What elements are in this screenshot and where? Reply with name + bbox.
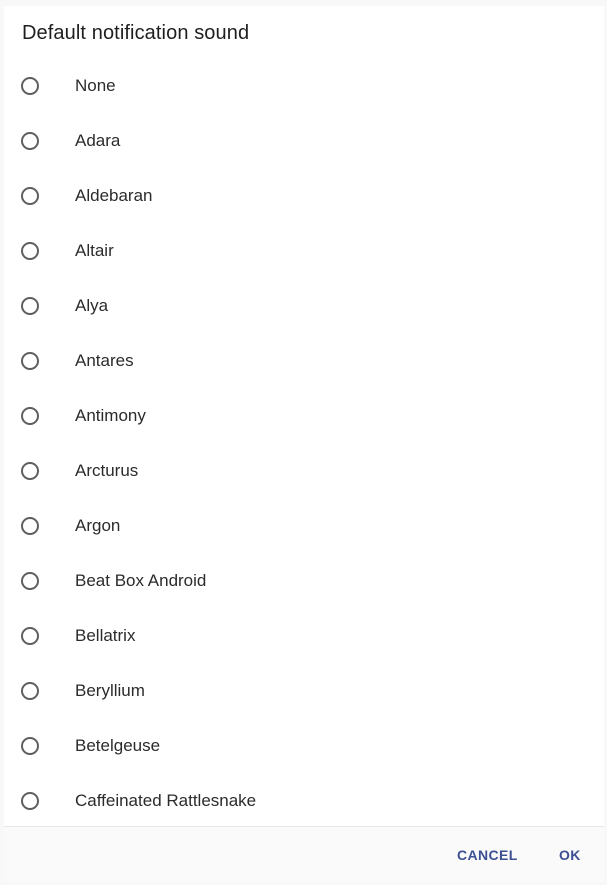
sound-option-label: Adara [75, 130, 121, 150]
sound-option-alya[interactable]: Alya [4, 278, 604, 333]
radio-unchecked-icon[interactable] [21, 241, 39, 260]
sound-option-betelgeuse[interactable]: Betelgeuse [4, 718, 604, 773]
radio-unchecked-icon[interactable] [21, 681, 39, 700]
sound-option-label: Aldebaran [75, 185, 153, 205]
radio-unchecked-icon[interactable] [21, 736, 39, 755]
radio-unchecked-icon[interactable] [21, 571, 39, 590]
sound-option-beat-box-android[interactable]: Beat Box Android [4, 553, 604, 608]
sound-option-altair[interactable]: Altair [4, 223, 604, 278]
cancel-button[interactable]: CANCEL [457, 847, 518, 863]
sound-option-label: None [75, 75, 116, 95]
sound-option-antares[interactable]: Antares [4, 333, 604, 388]
sound-option-argon[interactable]: Argon [4, 498, 604, 553]
sound-options-list: None Adara Aldebaran Altair Alya Antares… [4, 58, 604, 828]
notification-sound-dialog: Default notification sound None Adara Al… [4, 6, 604, 882]
sound-option-label: Argon [75, 515, 121, 535]
radio-unchecked-icon[interactable] [21, 351, 39, 370]
sound-option-arcturus[interactable]: Arcturus [4, 443, 604, 498]
sound-option-caffeinated-rattlesnake[interactable]: Caffeinated Rattlesnake [4, 773, 604, 828]
dialog-button-bar: CANCEL OK [4, 826, 604, 882]
sound-option-label: Altair [75, 240, 114, 260]
radio-unchecked-icon[interactable] [21, 131, 39, 150]
sound-option-none[interactable]: None [4, 58, 604, 113]
radio-unchecked-icon[interactable] [21, 186, 39, 205]
sound-option-label: Caffeinated Rattlesnake [75, 790, 257, 810]
dialog-title: Default notification sound [22, 22, 250, 44]
ok-button[interactable]: OK [559, 847, 581, 863]
sound-option-label: Beat Box Android [75, 570, 207, 590]
sound-option-bellatrix[interactable]: Bellatrix [4, 608, 604, 663]
sound-option-adara[interactable]: Adara [4, 113, 604, 168]
radio-unchecked-icon[interactable] [21, 406, 39, 425]
sound-option-beryllium[interactable]: Beryllium [4, 663, 604, 718]
sound-option-label: Alya [75, 295, 109, 315]
radio-unchecked-icon[interactable] [21, 76, 39, 95]
radio-unchecked-icon[interactable] [21, 626, 39, 645]
radio-unchecked-icon[interactable] [21, 461, 39, 480]
sound-option-aldebaran[interactable]: Aldebaran [4, 168, 604, 223]
sound-option-label: Arcturus [75, 460, 139, 480]
radio-unchecked-icon[interactable] [21, 516, 39, 535]
sound-option-label: Beryllium [75, 680, 145, 700]
radio-unchecked-icon[interactable] [21, 791, 39, 810]
sound-option-label: Antares [75, 350, 134, 370]
sound-option-label: Betelgeuse [75, 735, 161, 755]
sound-option-antimony[interactable]: Antimony [4, 388, 604, 443]
sound-option-label: Bellatrix [75, 625, 136, 645]
radio-unchecked-icon[interactable] [21, 296, 39, 315]
sound-option-label: Antimony [75, 405, 146, 425]
